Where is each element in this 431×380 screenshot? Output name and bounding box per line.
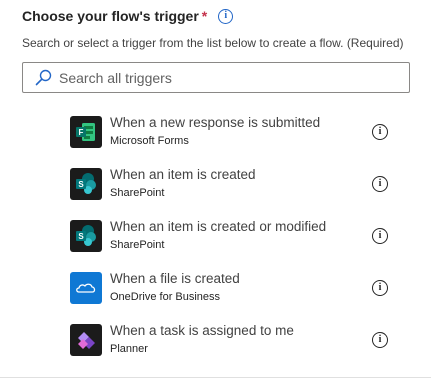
page-title: Choose your flow's trigger (22, 8, 199, 24)
divider (0, 377, 431, 378)
info-icon[interactable]: i (372, 124, 388, 140)
header: Choose your flow's trigger * i (22, 6, 234, 26)
trigger-item-sharepoint-item-created-or-modified[interactable]: S When an item is created or modified Sh… (70, 214, 400, 266)
trigger-list: F When a new response is submitted Micro… (70, 110, 400, 370)
svg-text:F: F (79, 128, 84, 137)
info-icon[interactable]: i (372, 332, 388, 348)
trigger-name: When a file is created (110, 271, 240, 286)
search-input[interactable] (59, 69, 379, 86)
connector-name: Microsoft Forms (110, 135, 189, 147)
search-icon (33, 68, 53, 88)
svg-text:S: S (78, 180, 84, 189)
trigger-name: When a new response is submitted (110, 115, 321, 130)
sharepoint-icon: S (70, 168, 102, 200)
trigger-name: When an item is created (110, 167, 256, 182)
connector-name: Planner (110, 343, 148, 355)
trigger-name: When a task is assigned to me (110, 323, 294, 338)
trigger-picker-panel: Choose your flow's trigger * i Search or… (0, 0, 431, 380)
info-icon[interactable]: i (372, 176, 388, 192)
search-box[interactable] (22, 62, 410, 93)
connector-name: SharePoint (110, 239, 165, 251)
connector-name: SharePoint (110, 187, 165, 199)
connector-name: OneDrive for Business (110, 291, 221, 303)
microsoft-forms-icon: F (70, 116, 102, 148)
info-icon[interactable]: i (372, 228, 388, 244)
instructions-text: Search or select a trigger from the list… (22, 36, 404, 50)
trigger-item-planner-task-assigned[interactable]: When a task is assigned to me Planner i (70, 318, 400, 370)
info-icon[interactable]: i (372, 280, 388, 296)
onedrive-icon (70, 272, 102, 304)
trigger-item-onedrive-file-created[interactable]: When a file is created OneDrive for Busi… (70, 266, 400, 318)
svg-text:S: S (78, 232, 84, 241)
trigger-item-forms-new-response[interactable]: F When a new response is submitted Micro… (70, 110, 400, 162)
required-marker: * (201, 8, 208, 24)
trigger-name: When an item is created or modified (110, 219, 327, 234)
trigger-item-sharepoint-item-created[interactable]: S When an item is created SharePoint i (70, 162, 400, 214)
info-icon[interactable]: i (218, 8, 234, 24)
planner-icon (70, 324, 102, 356)
sharepoint-icon: S (70, 220, 102, 252)
